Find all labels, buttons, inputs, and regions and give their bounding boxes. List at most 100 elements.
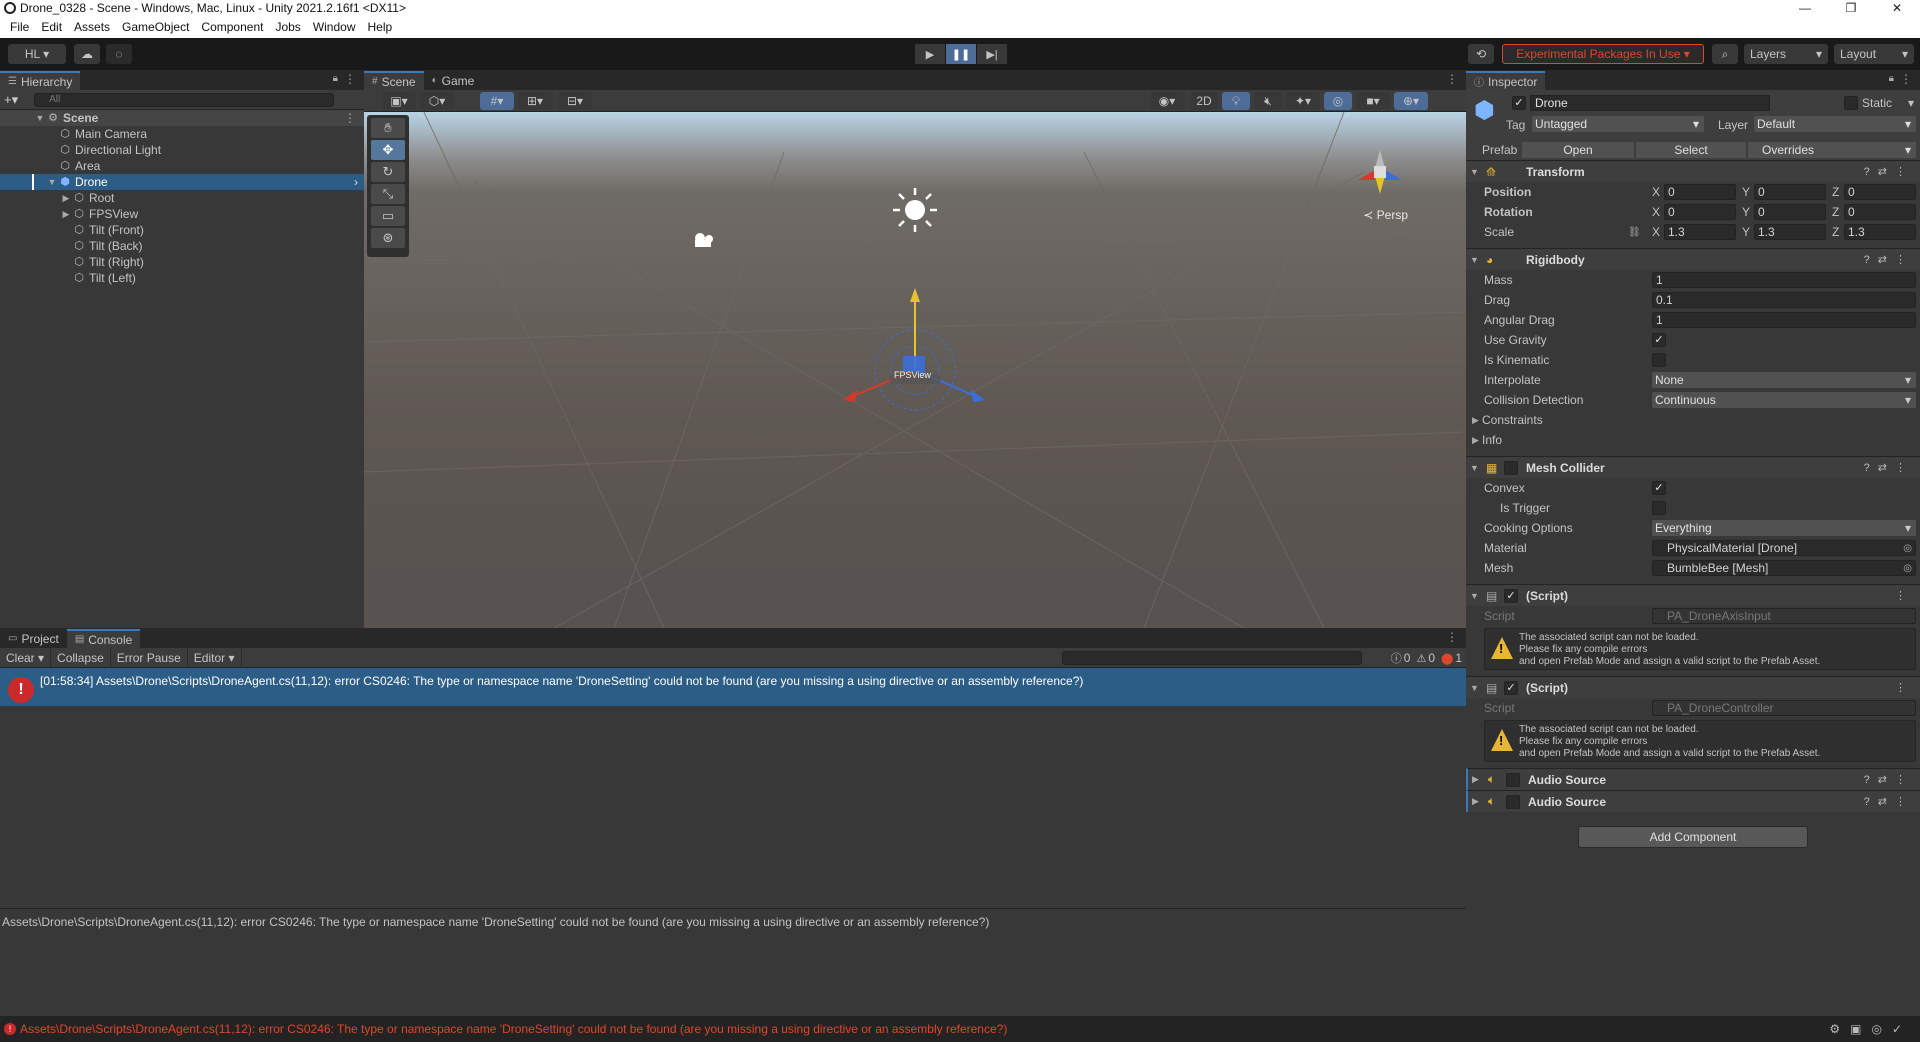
mass-field[interactable]: 1: [1652, 272, 1916, 288]
minimize-button[interactable]: —: [1782, 1, 1828, 15]
link-icon[interactable]: ⛓︎: [1628, 227, 1641, 238]
audio-source-1-enabled-checkbox[interactable]: [1506, 772, 1520, 787]
more-icon[interactable]: ⋮: [1895, 681, 1914, 694]
object-name-field[interactable]: Drone: [1530, 95, 1770, 111]
is-kinematic-checkbox[interactable]: [1652, 353, 1666, 367]
expand-arrow-icon[interactable]: ▶: [1472, 435, 1479, 446]
prefab-select-button[interactable]: Select: [1636, 142, 1746, 158]
console-log-entry[interactable]: ! [01:58:34] Assets\Drone\Scripts\DroneA…: [0, 668, 1466, 706]
warning-count-toggle[interactable]: ⚠ 0: [1416, 650, 1435, 666]
gizmo-global-dropdown[interactable]: ⬡▾: [420, 92, 454, 110]
play-button[interactable]: ▶: [915, 44, 945, 64]
expand-arrow-icon[interactable]: ▶: [60, 193, 72, 204]
more-icon[interactable]: ⋮: [344, 72, 356, 86]
prefab-overrides-dropdown[interactable]: Overrides ▾: [1748, 142, 1916, 158]
mesh-field[interactable]: BumbleBee [Mesh]: [1652, 560, 1916, 576]
hierarchy-item-scene[interactable]: ▼ ⚙ Scene ⋮: [0, 110, 364, 126]
editor-dropdown[interactable]: Editor ▾: [188, 647, 242, 668]
hierarchy-search-input[interactable]: All: [34, 92, 335, 107]
pause-button[interactable]: ❚❚: [946, 44, 976, 64]
increment-snap-dropdown[interactable]: ⊞▾: [518, 92, 552, 110]
more-icon[interactable]: ⋮: [344, 111, 356, 125]
hierarchy-item-drone[interactable]: ▼ ⬢ Drone ›: [0, 174, 364, 190]
camera-dropdown[interactable]: ■▾: [1356, 92, 1390, 110]
hierarchy-item-main-camera[interactable]: ⬡ Main Camera: [0, 126, 364, 142]
component-tools-icon[interactable]: ?⇄⋮: [1864, 795, 1914, 808]
add-component-button[interactable]: Add Component: [1578, 826, 1808, 848]
lock-icon[interactable]: 🔒︎: [1889, 73, 1894, 84]
cooking-options-dropdown[interactable]: Everything: [1652, 520, 1916, 536]
rotation-y-field[interactable]: 0: [1754, 204, 1826, 220]
menu-jobs[interactable]: Jobs: [269, 20, 306, 34]
mesh-collider-enabled-checkbox[interactable]: [1504, 460, 1518, 475]
add-icon[interactable]: +▾: [4, 92, 18, 108]
collision-detection-dropdown[interactable]: Continuous: [1652, 392, 1916, 408]
snap-settings-dropdown[interactable]: ⊟▾: [558, 92, 592, 110]
position-y-field[interactable]: 0: [1754, 184, 1826, 200]
scale-y-field[interactable]: 1.3: [1754, 224, 1826, 240]
tab-scene[interactable]: # Scene: [364, 71, 424, 90]
menu-edit[interactable]: Edit: [35, 20, 68, 34]
script1-enabled-checkbox[interactable]: ✓: [1504, 588, 1518, 603]
experimental-packages-dropdown[interactable]: Experimental Packages In Use ▾: [1502, 44, 1704, 64]
visibility-toggle-icon[interactable]: ◎: [1324, 92, 1352, 110]
menu-gameobject[interactable]: GameObject: [116, 20, 195, 34]
interpolate-dropdown[interactable]: None: [1652, 372, 1916, 388]
component-tools-icon[interactable]: ?⇄⋮: [1864, 461, 1914, 474]
status-icons[interactable]: ⚙▣◎✓: [1829, 1022, 1912, 1036]
layer-dropdown[interactable]: Default ▾: [1754, 116, 1916, 132]
drag-field[interactable]: 0.1: [1652, 292, 1916, 308]
info-count-toggle[interactable]: ⓘ 0: [1391, 650, 1411, 666]
hierarchy-item-fpsview[interactable]: ▶ ⬡ FPSView: [0, 206, 364, 222]
hierarchy-item-directional-light[interactable]: ⬡ Directional Light: [0, 142, 364, 158]
active-checkbox[interactable]: ✓: [1512, 96, 1526, 110]
error-pause-button[interactable]: Error Pause: [111, 647, 188, 668]
layout-dropdown[interactable]: Layout ▾: [1834, 44, 1914, 64]
expand-arrow-icon[interactable]: ▼: [1470, 591, 1479, 601]
scene-viewport[interactable]: ✋︎ ✥ ↻ ⤡ ▭ ⊛ FPSView ≺ Persp: [364, 112, 1466, 628]
gizmos-dropdown[interactable]: ⊕▾: [1394, 92, 1428, 110]
menu-window[interactable]: Window: [307, 20, 362, 34]
position-x-field[interactable]: 0: [1664, 184, 1736, 200]
step-button[interactable]: ▶|: [977, 44, 1007, 64]
static-checkbox[interactable]: [1844, 96, 1858, 110]
close-button[interactable]: ✕: [1874, 1, 1920, 15]
info-row[interactable]: ▶ Info: [1466, 430, 1920, 450]
expand-arrow-icon[interactable]: ▼: [34, 113, 46, 123]
audio-source-2-header[interactable]: ▶ 🔈︎ Audio Source ?⇄⋮: [1466, 790, 1920, 812]
rotation-x-field[interactable]: 0: [1664, 204, 1736, 220]
component-tools-icon[interactable]: ?⇄⋮: [1864, 773, 1914, 786]
object-picker-icon[interactable]: ◎: [1903, 543, 1912, 554]
search-icon[interactable]: ⌕: [1712, 44, 1738, 64]
constraints-row[interactable]: ▶ Constraints: [1466, 410, 1920, 430]
prefab-open-button[interactable]: Open: [1522, 142, 1634, 158]
use-gravity-checkbox[interactable]: ✓: [1652, 333, 1666, 347]
script1-header[interactable]: ▼ ▤ ✓ (Script) ⋮: [1466, 584, 1920, 606]
maximize-button[interactable]: ❐: [1828, 1, 1874, 15]
hierarchy-item-tilt-left[interactable]: ⬡ Tilt (Left): [0, 270, 364, 286]
rotation-z-field[interactable]: 0: [1844, 204, 1916, 220]
expand-arrow-icon[interactable]: ▶: [60, 209, 72, 220]
mesh-collider-header[interactable]: ▼ ▦ Mesh Collider ?⇄⋮: [1466, 456, 1920, 478]
audio-source-1-header[interactable]: ▶ 🔈︎ Audio Source ?⇄⋮: [1466, 768, 1920, 790]
expand-arrow-icon[interactable]: ▼: [1470, 463, 1479, 473]
hierarchy-item-tilt-back[interactable]: ⬡ Tilt (Back): [0, 238, 364, 254]
2d-toggle[interactable]: 2D: [1190, 92, 1218, 110]
more-icon[interactable]: ⋮: [1900, 72, 1912, 86]
scale-x-field[interactable]: 1.3: [1664, 224, 1736, 240]
layers-dropdown[interactable]: Layers ▾: [1744, 44, 1828, 64]
lock-icon[interactable]: 🔒︎: [333, 73, 338, 84]
chevron-down-icon[interactable]: ▾: [1908, 96, 1914, 110]
more-icon[interactable]: ⋮: [1446, 72, 1458, 86]
effects-dropdown[interactable]: ✦▾: [1286, 92, 1320, 110]
console-search-input[interactable]: [1062, 651, 1362, 665]
account-button[interactable]: HL ▾: [8, 44, 66, 64]
material-field[interactable]: PhysicalMaterial [Drone]: [1652, 540, 1916, 556]
tab-hierarchy[interactable]: ☰ Hierarchy: [0, 71, 81, 90]
angular-drag-field[interactable]: 1: [1652, 312, 1916, 328]
script2-enabled-checkbox[interactable]: ✓: [1504, 680, 1518, 695]
hierarchy-item-area[interactable]: ⬡ Area: [0, 158, 364, 174]
menu-component[interactable]: Component: [195, 20, 269, 34]
shading-dropdown[interactable]: ◉▾: [1150, 92, 1184, 110]
expand-arrow-icon[interactable]: ▶: [1472, 774, 1479, 785]
